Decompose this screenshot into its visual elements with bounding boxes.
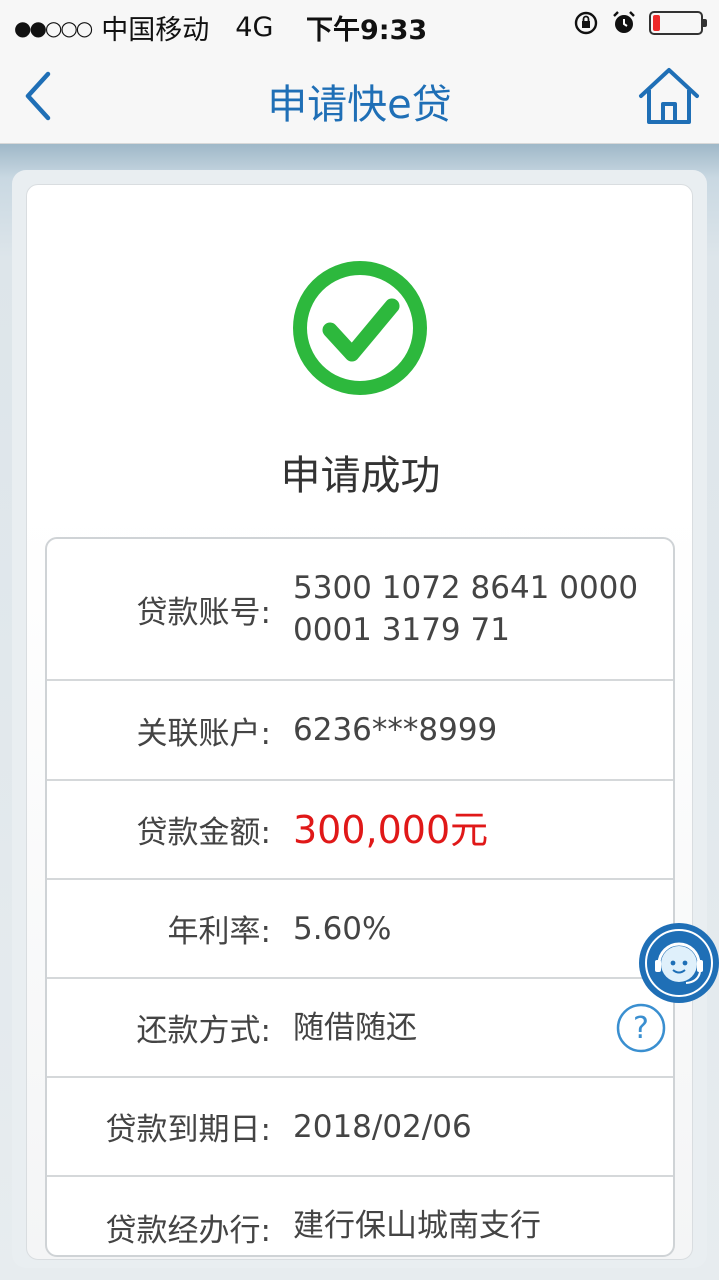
status-right xyxy=(573,10,707,36)
status-time: 下午9:33 xyxy=(306,15,428,46)
detail-row-repayment-method: 还款方式: 随借随还 ? xyxy=(47,979,673,1078)
page-title: 申请快e贷 xyxy=(267,82,452,128)
detail-value: 建行保山城南支行 xyxy=(293,1208,541,1244)
detail-value: 随借随还 xyxy=(293,1009,417,1046)
battery-level xyxy=(653,15,660,31)
detail-row-branch: 贷款经办行: 建行保山城南支行 xyxy=(47,1177,673,1255)
detail-label: 贷款到期日: xyxy=(105,1112,271,1148)
detail-label: 年利率: xyxy=(167,914,271,950)
detail-row-interest-rate: 年利率: 5.60% xyxy=(47,880,673,979)
nav-bar: 申请快e贷 xyxy=(0,48,719,144)
customer-service-icon[interactable] xyxy=(638,922,719,1004)
detail-value: 5300 1072 8641 0000 0001 3179 71 xyxy=(273,567,638,651)
svg-text:?: ? xyxy=(633,1011,649,1046)
network-type: 4G xyxy=(235,12,274,43)
home-icon[interactable] xyxy=(637,66,701,126)
result-card: 申请成功 贷款账号: 5300 1072 8641 0000 0001 3179… xyxy=(26,184,693,1260)
loan-amount-value: 300,000元 xyxy=(293,807,489,852)
alarm-icon xyxy=(613,11,635,33)
loan-account-line2: 0001 3179 71 xyxy=(293,612,510,648)
detail-label: 关联账户: xyxy=(136,715,271,752)
check-circle-icon xyxy=(293,261,427,395)
signal-strength: ●●○○○ xyxy=(14,15,93,40)
detail-label: 贷款经办行: xyxy=(105,1213,271,1249)
detail-row-loan-amount: 贷款金额: 300,000元 xyxy=(47,781,673,880)
status-left: ●●○○○ 中国移动 4G xyxy=(14,8,273,47)
detail-label: 贷款金额: xyxy=(136,815,271,851)
question-icon[interactable]: ? xyxy=(615,1002,667,1054)
detail-row-loan-account: 贷款账号: 5300 1072 8641 0000 0001 3179 71 xyxy=(47,539,673,681)
detail-row-linked-account: 关联账户: 6236***8999 xyxy=(47,681,673,781)
detail-value: 6236***8999 xyxy=(293,712,498,748)
detail-value: 5.60% xyxy=(293,910,392,947)
battery-icon xyxy=(649,11,707,35)
rotation-lock-icon xyxy=(574,11,598,35)
detail-label: 还款方式: xyxy=(136,1013,271,1049)
loan-account-line1: 5300 1072 8641 0000 xyxy=(293,570,639,606)
success-message: 申请成功 xyxy=(280,453,441,499)
detail-value: 2018/02/06 xyxy=(293,1108,472,1145)
detail-label: 贷款账号: xyxy=(136,594,271,631)
status-bar: ●●○○○ 中国移动 4G 下午9:33 xyxy=(0,0,719,48)
detail-row-due-date: 贷款到期日: 2018/02/06 xyxy=(47,1078,673,1177)
carrier-name: 中国移动 xyxy=(101,15,210,46)
loan-details: 贷款账号: 5300 1072 8641 0000 0001 3179 71 关… xyxy=(45,537,675,1257)
